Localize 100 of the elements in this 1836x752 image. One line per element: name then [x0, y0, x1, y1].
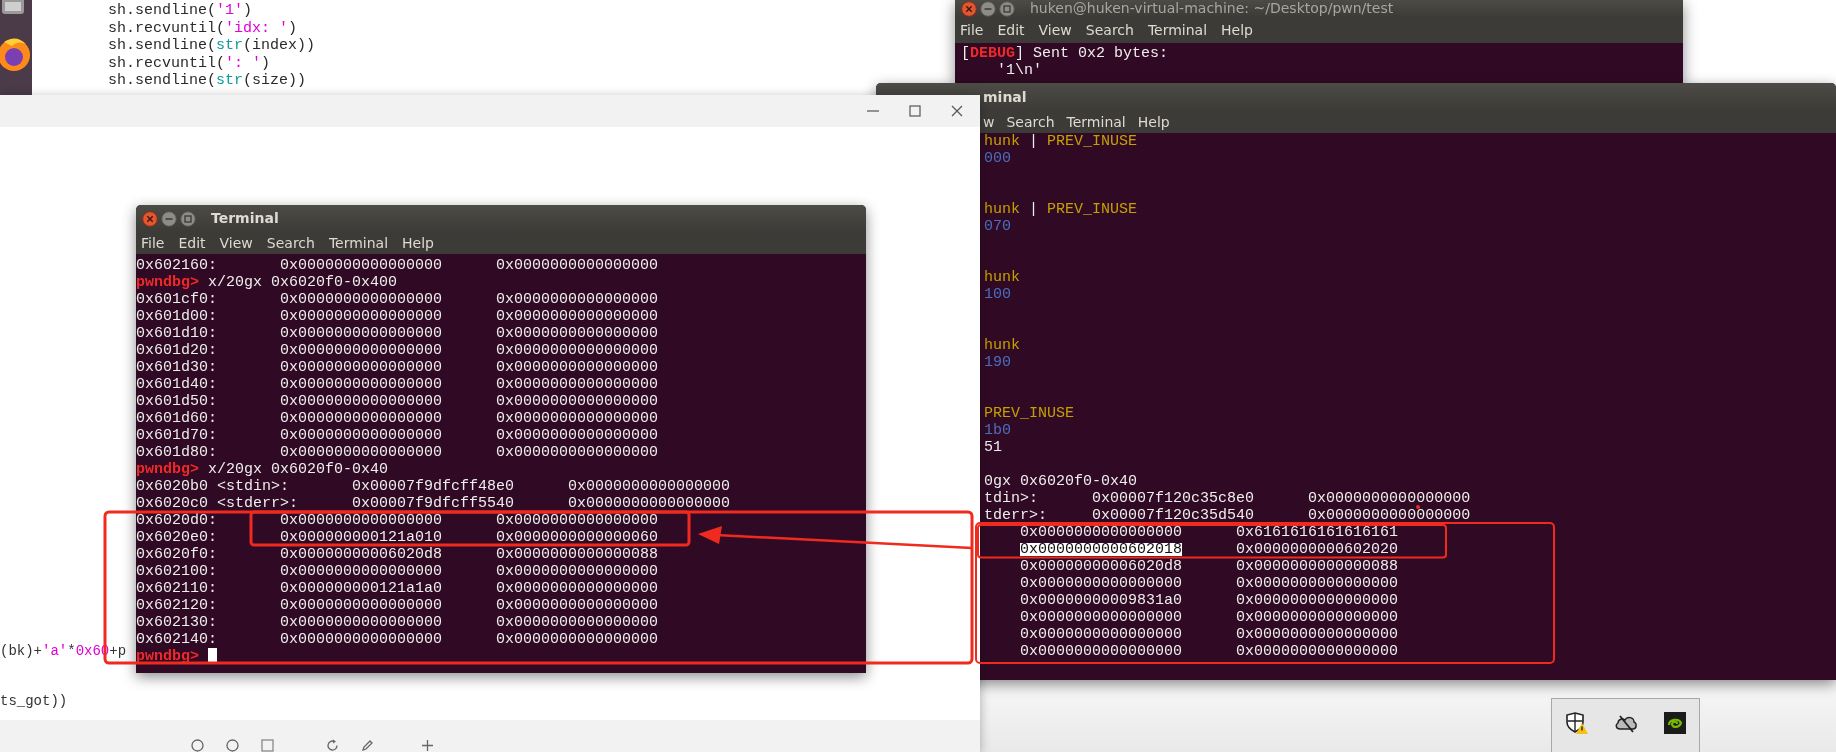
swirl-icon[interactable] — [1664, 711, 1687, 734]
memory-address: tderr>: — [984, 509, 1048, 522]
minimize-icon[interactable] — [161, 210, 177, 227]
memory-value: 0x0000000000000000 — [568, 480, 731, 493]
memory-value: 0x0000000000000000 — [280, 412, 443, 425]
memory-value: 0x0000000000000000 — [280, 310, 443, 323]
close-icon[interactable] — [961, 0, 977, 17]
memory-value: 0x0000000000000000 — [1020, 611, 1183, 624]
maximize-icon[interactable] — [908, 104, 922, 118]
memory-value: 0x0000000000000000 — [496, 310, 659, 323]
memory-value: 0x0000000000000000 — [1020, 526, 1183, 539]
menu-item[interactable]: Help — [1136, 111, 1171, 133]
memory-value: 0x0000000000000000 — [280, 395, 443, 408]
memory-address: 0x6020c0 <stderr>: — [136, 497, 299, 510]
memory-value: 0x0000000000000000 — [1236, 577, 1399, 590]
memory-address: 0x6020b0 <stdin>: — [136, 480, 290, 493]
menu-item[interactable]: Search — [1084, 19, 1135, 41]
pencil-icon[interactable] — [361, 739, 374, 752]
close-icon[interactable] — [950, 104, 964, 118]
code-line: sh.sendline(str(size)) — [108, 72, 308, 90]
code-line: ts_got)) — [0, 692, 68, 710]
heap-info: PREV_INUSE — [984, 407, 1075, 420]
memory-value: 0x0000000000000088 — [1236, 560, 1399, 573]
memory-address: 0x602160: — [136, 259, 217, 272]
memory-address: 0x601cf0: — [136, 293, 217, 306]
memory-address: 0x6020e0: — [136, 531, 217, 544]
menu-item[interactable]: Search — [265, 232, 316, 254]
memory-value: 0x0000000000000000 — [496, 344, 659, 357]
memory-address: 0x602110: — [136, 582, 217, 595]
memory-value: 0x0000000000000000 — [496, 293, 659, 306]
memory-value: 0x0000000000602020 — [1236, 543, 1399, 556]
memory-value: 0x0000000000602018 — [1020, 543, 1183, 556]
memory-value: 0x0000000000000000 — [496, 429, 659, 442]
memory-value: 0x0000000000000000 — [496, 599, 659, 612]
memory-address: 0x601d20: — [136, 344, 217, 357]
code-line: sh.sendline('1') — [108, 2, 254, 20]
memory-value: 0x0000000000000000 — [280, 429, 443, 442]
memory-address: 0x602100: — [136, 565, 217, 578]
menu-item[interactable]: Help — [401, 232, 435, 254]
memory-value: 0x00000000009831a0 — [1020, 594, 1183, 607]
heap-info: 190 — [984, 356, 1012, 369]
memory-address: 0x602120: — [136, 599, 217, 612]
menu-item[interactable]: View — [218, 232, 254, 254]
menu-item[interactable]: Edit — [996, 19, 1026, 41]
circle-icon[interactable] — [226, 739, 239, 752]
memory-value: 0x0000000000000000 — [280, 293, 443, 306]
rotate-icon[interactable] — [326, 739, 339, 752]
minimize-icon[interactable] — [980, 0, 996, 17]
memory-value: 0x0000000000000000 — [496, 327, 659, 340]
heap-info: 51 — [984, 441, 1003, 454]
memory-value: 0x0000000000000000 — [1308, 509, 1471, 522]
memory-value: 0x000000000121a010 — [280, 531, 443, 544]
heap-info: 1b0 — [984, 424, 1012, 437]
heap-info: 100 — [984, 288, 1012, 301]
annotation-dot — [1416, 505, 1420, 509]
memory-value: 0x0000000000000000 — [1020, 628, 1183, 641]
circle-icon[interactable] — [191, 739, 204, 752]
memory-value: 0x0000000000000000 — [280, 259, 443, 272]
code-line: sh.sendline(str(index)) — [108, 37, 317, 55]
memory-value: 0x0000000000000000 — [496, 582, 659, 595]
menu-item[interactable]: File — [140, 232, 166, 254]
memory-value: 0x0000000000000000 — [496, 259, 659, 272]
memory-value: 0x0000000000000000 — [280, 344, 443, 357]
memory-value: 0x0000000000000000 — [280, 565, 443, 578]
memory-address: 0x601d40: — [136, 378, 217, 391]
menu-item[interactable]: Terminal — [1065, 111, 1127, 133]
memory-address: 0x601d70: — [136, 429, 217, 442]
memory-value: 0x000000000121a1a0 — [280, 582, 443, 595]
plus-icon[interactable] — [421, 739, 434, 752]
prompt-label: pwndbg> — [136, 463, 199, 476]
menu-item[interactable]: File — [959, 19, 985, 41]
memory-value: 0x00000000006020d8 — [1020, 560, 1183, 573]
memory-value: 0x0000000000000000 — [1308, 492, 1471, 505]
menu-item[interactable]: Edit — [177, 232, 207, 254]
memory-value: 0x0000000000000000 — [280, 514, 443, 527]
close-icon[interactable] — [142, 210, 158, 227]
memory-value: 0x0000000000000000 — [1236, 611, 1399, 624]
memory-value: 0x0000000000000000 — [496, 395, 659, 408]
menu-item[interactable]: w — [982, 111, 996, 133]
memory-address: 0x6020f0: — [136, 548, 217, 561]
menu-item[interactable]: Terminal — [1146, 19, 1209, 41]
menu-item[interactable]: Search — [1005, 111, 1056, 133]
memory-address: 0x6020d0: — [136, 514, 217, 527]
memory-value: 0x00007f9dfcff48e0 — [352, 480, 515, 493]
menu-item[interactable]: View — [1037, 19, 1073, 41]
memory-value: 0x0000000000000000 — [280, 361, 443, 374]
memory-address: 0x601d60: — [136, 412, 217, 425]
maximize-icon[interactable] — [180, 210, 196, 227]
command-text: x/20gx 0x6020f0-0x40 — [208, 463, 389, 476]
window-title: huken@huken-virtual-machine: ~/Desktop/pwn/test — [1030, 0, 1394, 18]
memory-value: 0x0000000000000000 — [280, 633, 443, 646]
memory-value: 0x0000000000000088 — [496, 548, 659, 561]
maximize-icon[interactable] — [999, 0, 1015, 17]
memory-value: 0x0000000000000000 — [496, 565, 659, 578]
heap-info: hunk | PREV_INUSE — [984, 135, 1138, 148]
memory-value: 0x0000000000000000 — [568, 497, 731, 510]
code-line: sh.recvuntil('idx: ') — [108, 19, 299, 37]
menu-item[interactable]: Terminal — [327, 232, 390, 254]
menu-item[interactable]: Help — [1220, 19, 1254, 41]
shield-icon[interactable] — [1564, 710, 1589, 735]
